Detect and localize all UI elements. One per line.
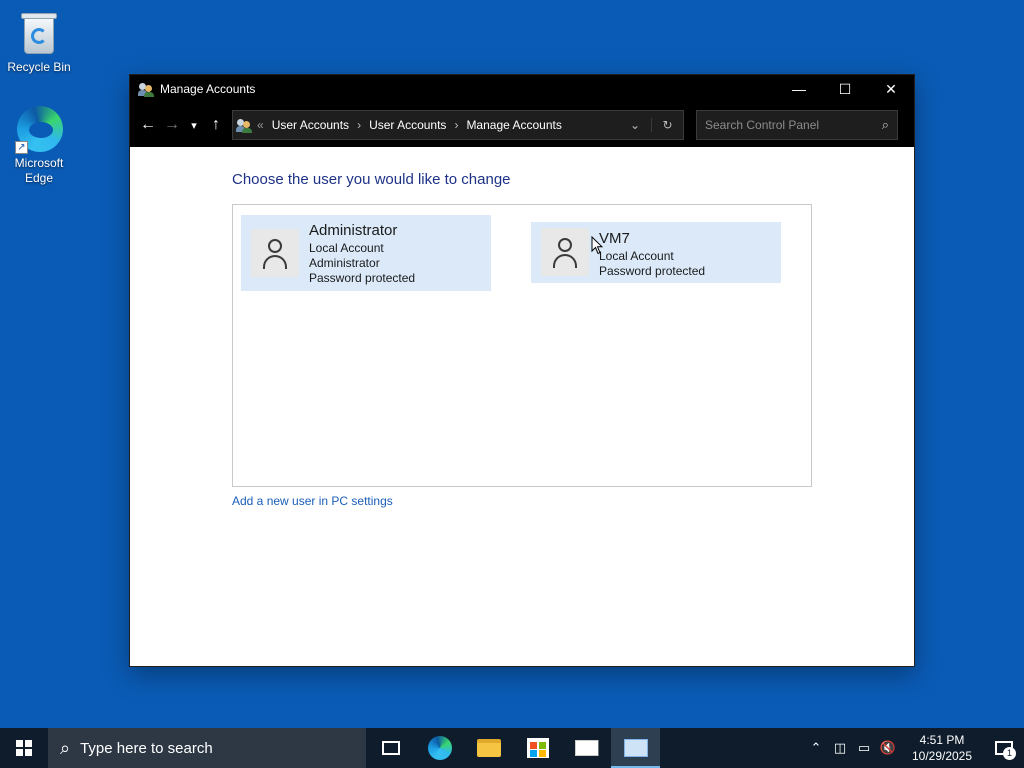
- window-title: Manage Accounts: [160, 82, 256, 96]
- mouse-cursor-icon: [591, 236, 603, 255]
- desktop-icon-label: Microsoft Edge: [14, 156, 64, 185]
- account-detail: Administrator: [309, 256, 380, 270]
- network-icon[interactable]: ▭: [852, 740, 876, 756]
- mail-icon: [574, 740, 599, 756]
- desktop-icon-label: Recycle Bin: [7, 60, 71, 74]
- account-detail: Password protected: [309, 271, 416, 285]
- store-icon: [526, 738, 549, 758]
- taskbar-mail[interactable]: [562, 728, 611, 768]
- title-bar[interactable]: Manage Accounts — ☐ ✕: [130, 75, 914, 103]
- user-avatar-icon: [541, 228, 589, 276]
- clock[interactable]: 4:51 PM 10/29/2025: [900, 732, 984, 764]
- volume-muted-icon[interactable]: 🔇: [876, 740, 900, 756]
- taskbar: ⌕ Type here to search ⌃ ◫ ▭ 🔇 4:51 PM 10…: [0, 728, 1024, 768]
- close-button[interactable]: ✕: [868, 75, 914, 103]
- account-detail: Local Account: [309, 241, 384, 255]
- account-tile-administrator[interactable]: Administrator Local Account Administrato…: [241, 215, 491, 291]
- taskbar-store[interactable]: [513, 728, 562, 768]
- maximize-button[interactable]: ☐: [822, 75, 868, 103]
- taskbar-file-explorer[interactable]: [464, 728, 513, 768]
- edge-icon: [427, 736, 452, 760]
- breadcrumb-separator-icon[interactable]: ›: [357, 118, 361, 132]
- account-name: Administrator: [309, 222, 398, 239]
- back-button[interactable]: ←: [136, 111, 160, 139]
- breadcrumb-overflow-icon[interactable]: «: [257, 118, 264, 132]
- address-bar[interactable]: « User Accounts › User Accounts › Manage…: [232, 110, 684, 140]
- refresh-icon[interactable]: ↻: [651, 118, 683, 132]
- address-dropdown-icon[interactable]: ⌄: [619, 118, 651, 132]
- desktop-icon-recycle-bin[interactable]: Recycle Bin: [1, 8, 77, 75]
- recent-locations-button[interactable]: ▾: [184, 111, 204, 139]
- meet-now-icon[interactable]: ◫: [828, 740, 852, 756]
- shortcut-arrow-icon: ↗: [15, 141, 28, 154]
- windows-logo-icon: [16, 740, 32, 756]
- start-button[interactable]: [0, 728, 48, 768]
- task-view-icon: [381, 741, 400, 755]
- breadcrumb-item[interactable]: User Accounts: [272, 118, 349, 132]
- user-accounts-icon: [138, 81, 154, 97]
- taskbar-search[interactable]: ⌕ Type here to search: [48, 728, 366, 768]
- search-box[interactable]: ⌕: [696, 110, 898, 140]
- account-detail: Password protected: [599, 264, 706, 278]
- desktop-icon-microsoft-edge[interactable]: ↗ Microsoft Edge: [1, 104, 77, 186]
- task-view-button[interactable]: [366, 728, 415, 768]
- forward-button[interactable]: →: [160, 111, 184, 139]
- user-avatar-icon: [251, 229, 299, 277]
- navigation-bar: ← → ▾ ↑ « User Accounts › User Accounts …: [130, 103, 914, 147]
- manage-accounts-window: Manage Accounts — ☐ ✕ ← → ▾ ↑ « User Acc…: [130, 75, 914, 666]
- main-content: Choose the user you would like to change…: [130, 147, 914, 666]
- recycle-bin-icon: [15, 8, 63, 56]
- edge-icon: ↗: [15, 104, 63, 154]
- taskbar-search-placeholder: Type here to search: [80, 739, 213, 757]
- control-panel-icon: [623, 739, 648, 757]
- up-button[interactable]: ↑: [204, 111, 228, 139]
- search-icon: ⌕: [60, 737, 71, 758]
- user-accounts-icon: [235, 116, 253, 134]
- account-detail: Local Account: [599, 249, 674, 263]
- clock-time: 4:51 PM: [919, 733, 965, 747]
- notification-badge: 1: [1003, 747, 1016, 760]
- account-tile-vm7[interactable]: VM7 Local Account Password protected: [531, 222, 781, 283]
- breadcrumb-item[interactable]: User Accounts: [369, 118, 446, 132]
- clock-date: 10/29/2025: [911, 749, 973, 763]
- add-new-user-link[interactable]: Add a new user in PC settings: [232, 494, 393, 508]
- folder-icon: [476, 739, 501, 757]
- page-heading: Choose the user you would like to change: [232, 171, 511, 188]
- account-name: VM7: [599, 230, 630, 247]
- breadcrumb-separator-icon[interactable]: ›: [454, 118, 458, 132]
- system-tray: ⌃ ◫ ▭ 🔇 4:51 PM 10/29/2025 1: [804, 728, 1024, 768]
- chevron-up-icon[interactable]: ⌃: [804, 740, 828, 756]
- minimize-button[interactable]: —: [776, 75, 822, 103]
- search-icon[interactable]: ⌕: [882, 117, 889, 133]
- taskbar-control-panel[interactable]: [611, 728, 660, 768]
- notification-button[interactable]: 1: [984, 728, 1024, 768]
- taskbar-edge[interactable]: [415, 728, 464, 768]
- account-list: Administrator Local Account Administrato…: [232, 204, 812, 487]
- breadcrumb-item-current[interactable]: Manage Accounts: [466, 118, 561, 132]
- search-input[interactable]: [705, 118, 882, 132]
